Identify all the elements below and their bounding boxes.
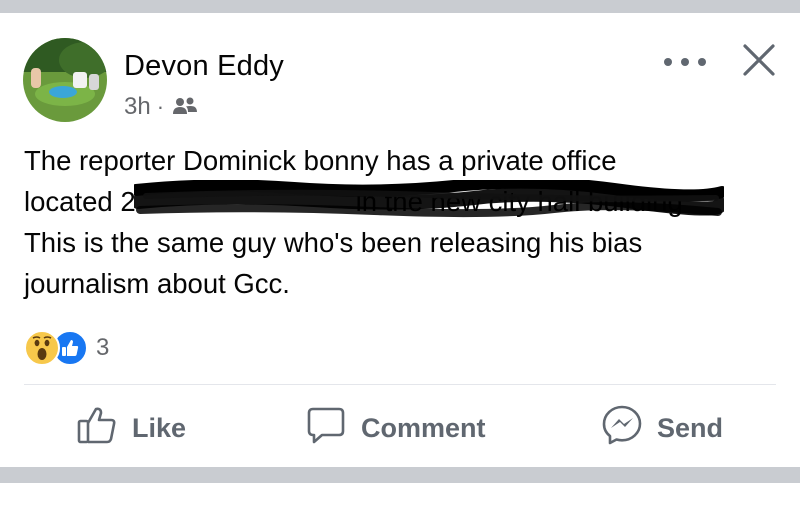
send-label: Send	[657, 412, 724, 443]
avatar[interactable]	[23, 38, 107, 122]
feed-separator	[0, 467, 800, 483]
like-button[interactable]: Like	[76, 405, 186, 451]
thumbs-up-icon	[76, 404, 118, 453]
post-meta: 3h ·	[124, 93, 198, 121]
author-name[interactable]: Devon Eddy	[124, 50, 284, 83]
meta-separator: ·	[156, 94, 165, 119]
comment-bubble-icon	[305, 404, 347, 453]
messenger-icon	[601, 404, 643, 453]
close-icon[interactable]	[740, 41, 778, 79]
send-button[interactable]: Send	[601, 405, 723, 451]
next-post-card	[0, 483, 800, 509]
redaction-scribble	[130, 176, 728, 218]
wow-reaction-icon	[24, 330, 60, 366]
post-time[interactable]: 3h	[124, 93, 151, 121]
post-text: The reporter Dominick bonny has a privat…	[24, 145, 683, 299]
comment-label: Comment	[361, 412, 486, 443]
reactions-summary[interactable]: 3	[24, 330, 109, 366]
comment-button[interactable]: Comment	[305, 405, 486, 451]
reaction-count: 3	[96, 334, 110, 361]
group-icon	[172, 96, 198, 118]
divider	[24, 384, 776, 385]
more-options-icon[interactable]	[664, 53, 706, 71]
like-label: Like	[132, 412, 187, 443]
feed-separator	[0, 0, 800, 13]
